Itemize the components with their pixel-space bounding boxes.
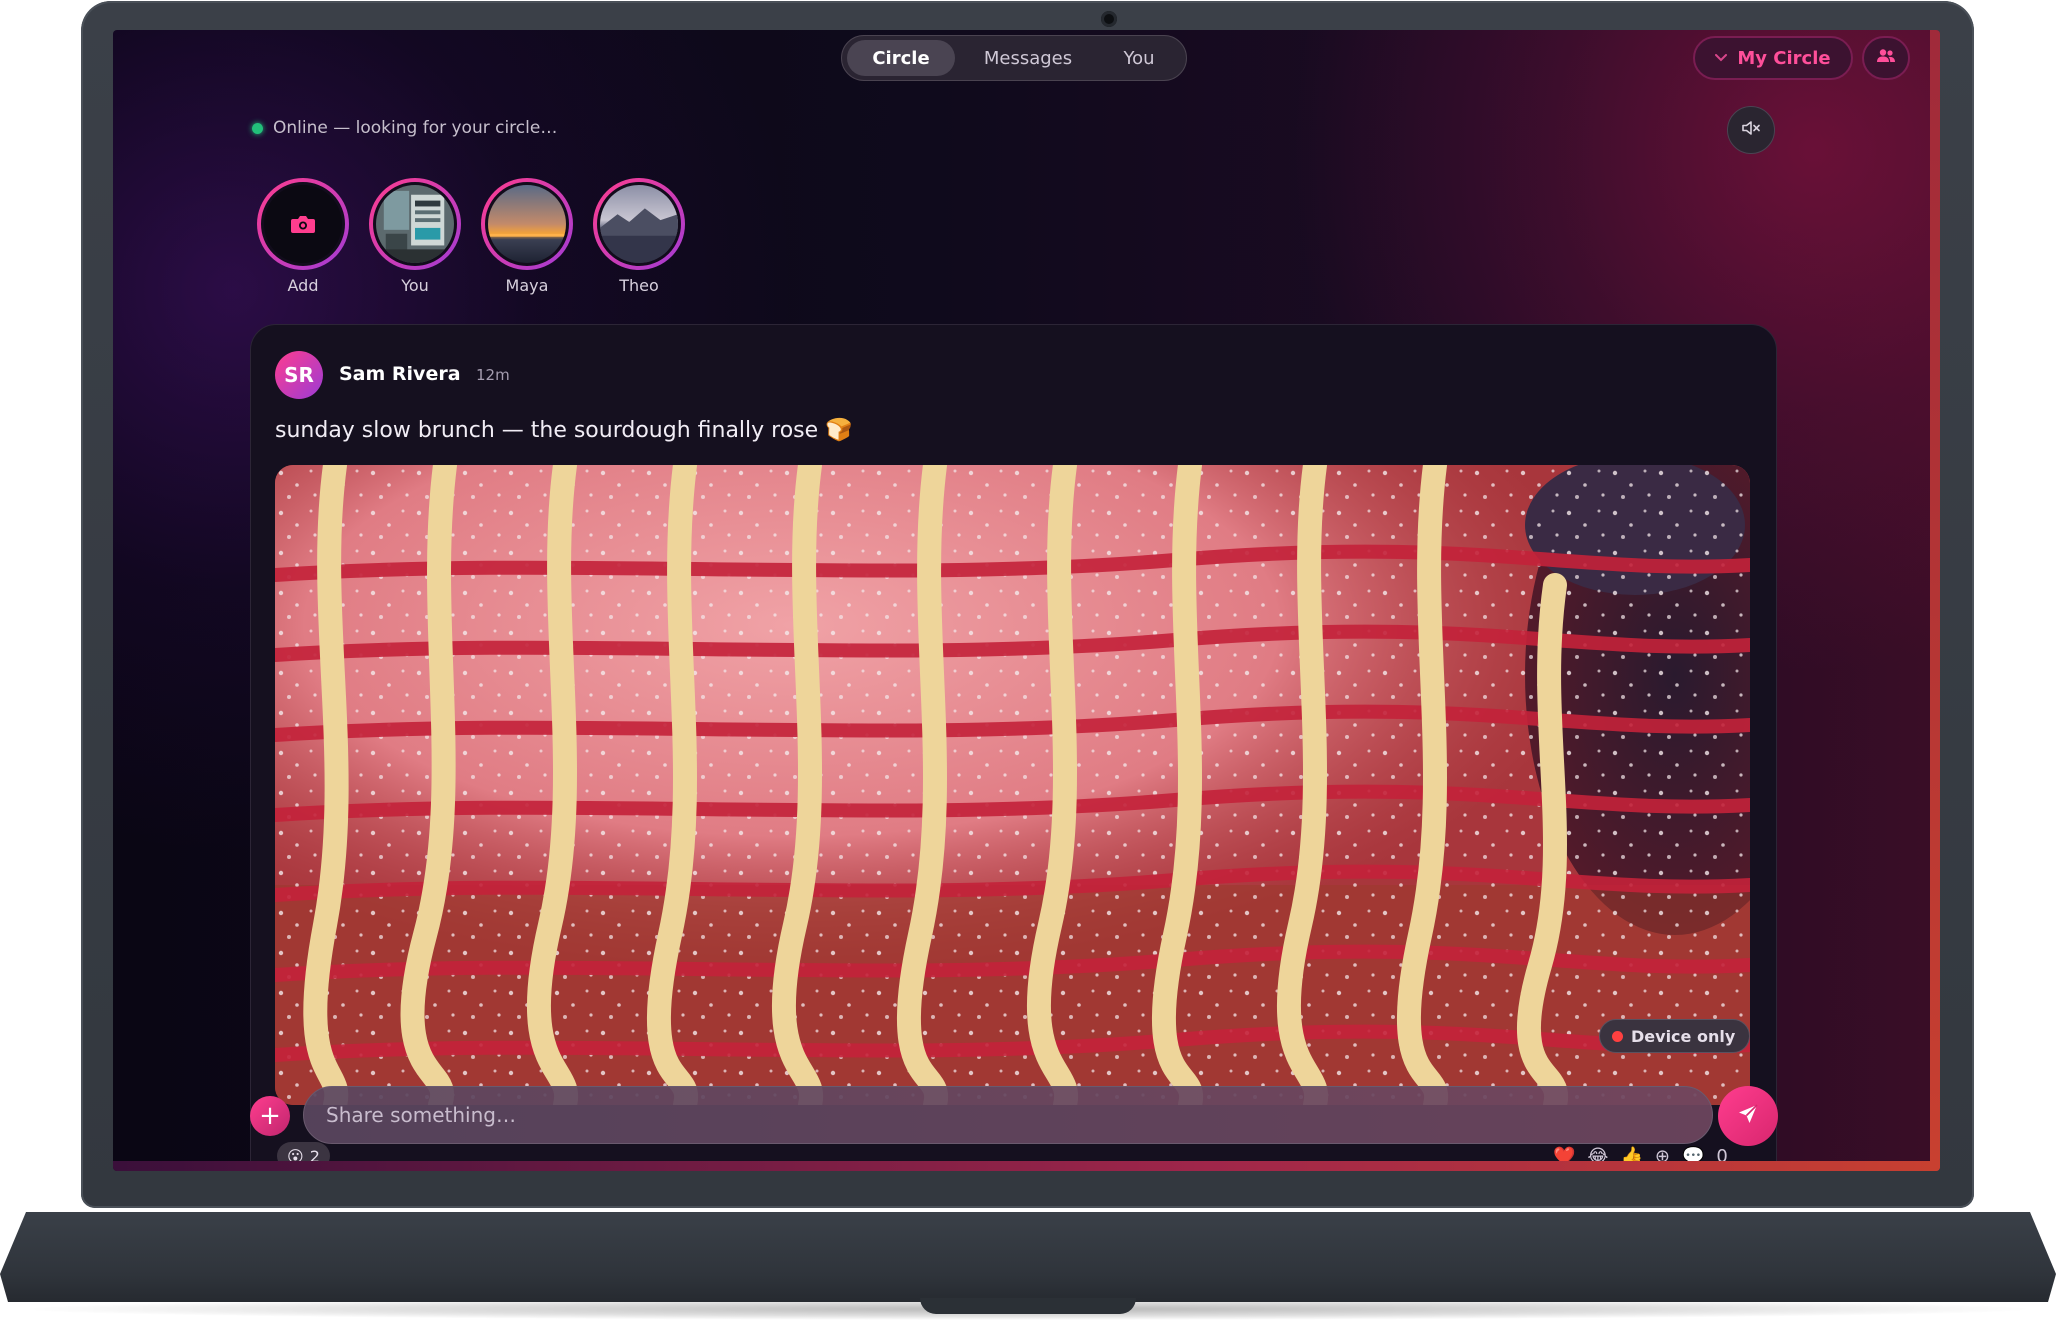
story-theo[interactable]: Theo [593,178,685,295]
webcam-icon [1101,11,1117,27]
send-icon [1737,1103,1759,1129]
post-photo[interactable] [275,465,1750,1105]
camera-icon [261,182,345,266]
post-time: 12m [476,366,510,384]
record-dot-icon [1612,1030,1623,1042]
my-circle-button[interactable]: My Circle [1693,36,1853,80]
story-you[interactable]: You [369,178,461,295]
add-attachment-button[interactable]: + [250,1096,290,1136]
tab-you[interactable]: You [1101,40,1177,76]
chevron-down-icon [1715,52,1728,65]
online-dot-icon [252,122,263,134]
online-status: Online — looking for your circle… [252,116,557,140]
story-thumbnail [597,182,681,266]
laptop-frame: Circle Messages You My Circle Online — l… [0,0,2056,1326]
post-card: SR Sam Rivera 12m sunday slow brunch — t… [250,324,1777,1171]
post-author[interactable]: Sam Rivera [339,363,461,385]
avatar[interactable]: SR [275,351,323,399]
story-label: Add [287,276,319,295]
laptop-base-lip [920,1298,1136,1314]
story-thumbnail [485,182,569,266]
people-button[interactable] [1862,36,1910,80]
share-input[interactable] [303,1086,1713,1144]
status-text: Online — looking for your circle… [273,118,558,138]
device-only-badge: Device only [1599,1019,1751,1053]
tab-messages[interactable]: Messages [955,40,1101,76]
plus-icon: + [259,1101,281,1131]
my-circle-label: My Circle [1737,47,1831,69]
mute-button[interactable] [1727,106,1775,154]
top-nav-tabs: Circle Messages You [841,35,1187,81]
screen-edge-glow [113,1161,1940,1171]
story-label: You [401,276,429,295]
tab-circle[interactable]: Circle [847,40,955,76]
app-screen: Circle Messages You My Circle Online — l… [113,30,1940,1171]
send-button[interactable] [1718,1086,1778,1146]
device-only-label: Device only [1631,1026,1736,1046]
story-label: Theo [619,276,659,295]
speaker-mute-icon [1741,120,1761,140]
people-icon [1876,48,1896,68]
story-label: Maya [505,276,549,295]
story-thumbnail [373,182,457,266]
story-maya[interactable]: Maya [481,178,573,295]
laptop-base [0,1212,2056,1302]
post-caption: sunday slow brunch — the sourdough final… [275,418,853,443]
story-add[interactable]: Add [257,178,349,295]
